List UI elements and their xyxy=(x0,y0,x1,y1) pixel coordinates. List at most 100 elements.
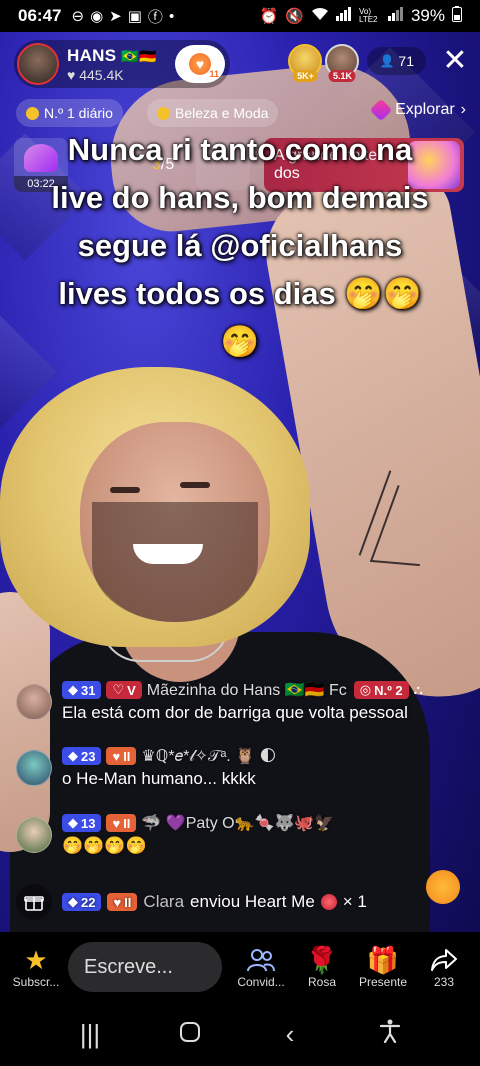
more-dot-icon: • xyxy=(168,7,175,25)
group-icon: ⛬ xyxy=(413,682,423,697)
fan-badge: ♥ II xyxy=(106,814,137,832)
level-badge: ◆ 31 xyxy=(62,681,102,699)
star-icon: ★ xyxy=(24,944,48,975)
battery-icon xyxy=(452,6,462,26)
explore-button[interactable]: Explorar › xyxy=(369,98,466,122)
network-label: Vo) LTE2 xyxy=(358,7,378,24)
category-icon xyxy=(157,106,170,120)
gift-button[interactable]: 🎁 Presente xyxy=(354,944,412,990)
gift-box-icon[interactable] xyxy=(16,884,52,920)
top-viewer-tag-1: 5K+ xyxy=(293,70,318,82)
chat-text: 🤭🤭🤭🤭 xyxy=(62,836,147,855)
rank-badge: ◎ N.º 2 xyxy=(353,681,409,699)
fan-badge: ♥ II xyxy=(107,893,138,911)
fan-badge: ♡ V xyxy=(106,681,142,699)
rose-button[interactable]: 🌹 Rosa xyxy=(296,945,348,990)
toolbar-actions: Convid... 🌹 Rosa 🎁 Presente 233 xyxy=(232,945,470,989)
chat-username[interactable]: Mãezinha do Hans 🇧🇷🇩🇪 Fc xyxy=(147,680,347,700)
level-badge: ◆ 22 xyxy=(62,893,102,911)
home-icon[interactable] xyxy=(165,1019,215,1050)
heart-icon: ♥ xyxy=(189,53,211,75)
chat-avatar[interactable] xyxy=(16,684,52,720)
subscribe-button[interactable]: ★ Subscr... xyxy=(10,944,62,990)
fan-badge: ♥ II xyxy=(106,747,137,765)
gift-label: Presente xyxy=(358,975,408,989)
status-bar: 06:47 ⊖ ◉ ➤ ▣ ⓕ • ⏰ 🔇 Vo) LTE2 39% xyxy=(0,0,480,32)
daily-rank-label: N.º 1 diário xyxy=(44,105,113,121)
mute-icon: 🔇 xyxy=(285,8,304,25)
heart-icon: ♥ xyxy=(113,894,122,910)
chat-username[interactable]: ♛ℚ*𝑒*𝓁✧𝒯ᵃ. 🦉 🌓 xyxy=(141,746,276,766)
comment-input[interactable]: Escreve... xyxy=(68,942,222,992)
telegram-icon: ➤ xyxy=(109,8,122,25)
wifi-icon xyxy=(311,7,329,25)
heart-me-gift-icon xyxy=(320,894,337,910)
host-info: HANS 🇧🇷🇩🇪 ♥ 445.4K xyxy=(67,46,157,83)
present-icon: 🎁 xyxy=(366,944,400,975)
accessibility-icon[interactable] xyxy=(365,1019,415,1050)
chat-avatar[interactable] xyxy=(16,750,52,786)
top-viewer-avatar-2[interactable]: 5.1K xyxy=(325,44,360,82)
host-likes: ♥ 445.4K xyxy=(67,66,124,83)
gift-text: enviou Heart Me xyxy=(190,892,315,911)
host-profile[interactable]: HANS 🇧🇷🇩🇪 ♥ 445.4K ♥ 11 xyxy=(14,40,230,88)
rose-label: Rosa xyxy=(307,975,336,989)
chat-avatar[interactable] xyxy=(16,817,52,853)
signal-icon xyxy=(335,7,352,25)
close-icon[interactable]: ✕ xyxy=(440,46,470,76)
person-icon: 👤 xyxy=(379,54,395,68)
chevron-right-icon: › xyxy=(460,101,466,118)
heart-icon: ♥ xyxy=(112,748,121,764)
share-button[interactable]: 233 xyxy=(418,945,470,989)
diamond-icon: ◆ xyxy=(68,748,78,763)
host-avatar[interactable] xyxy=(17,43,59,85)
top-viewer-tag-2: 5.1K xyxy=(328,70,356,82)
level-badge: ◆ 13 xyxy=(62,814,102,832)
recents-icon[interactable]: ||| xyxy=(65,1019,115,1050)
alarm-icon: ⏰ xyxy=(259,8,279,25)
invite-button[interactable]: Convid... xyxy=(232,945,290,989)
level-badge: ◆ 23 xyxy=(62,747,102,765)
gallery-icon: ▣ xyxy=(127,8,142,25)
share-icon xyxy=(430,945,458,975)
gift-notification[interactable]: ◆ 22 ♥ II Clara enviou Heart Me × 1 xyxy=(16,870,470,920)
viewer-count-value: 71 xyxy=(398,53,414,69)
video-caption: Nunca ri tanto como na live do hans, bom… xyxy=(51,132,429,359)
bottom-toolbar: ★ Subscr... Escreve... Convid... 🌹 Rosa … xyxy=(0,932,480,1002)
facebook-icon: ⓕ xyxy=(147,8,163,26)
follow-button[interactable]: ♥ 11 xyxy=(175,45,225,83)
host-name: HANS xyxy=(67,45,117,65)
gift-sender[interactable]: Clara xyxy=(143,892,184,912)
dnd-icon: ⊖ xyxy=(71,8,85,25)
heart-icon: ♡ xyxy=(112,682,125,697)
daily-rank-chip[interactable]: N.º 1 diário xyxy=(16,99,123,127)
signal-icon-2 xyxy=(387,7,404,25)
chat-text: o He-Man humano... kkkk xyxy=(62,769,256,788)
subscribe-label: Subscr... xyxy=(12,975,60,989)
category-chip[interactable]: Beleza e Moda xyxy=(147,99,279,127)
battery-percent: 39% xyxy=(410,6,445,25)
system-nav-bar: ||| ‹ xyxy=(0,1002,480,1066)
top-right-bar: 5K+ 5.1K 👤 71 ✕ xyxy=(285,44,470,82)
viewer-count[interactable]: 👤 71 xyxy=(367,47,426,75)
top-viewer-avatar-1[interactable]: 5K+ xyxy=(288,44,323,82)
notification-icons: ⊖ ◉ ➤ ▣ ⓕ • xyxy=(71,6,174,27)
comment-placeholder: Escreve... xyxy=(84,955,173,978)
diamond-icon: ◆ xyxy=(68,682,78,697)
gift-count: × 1 xyxy=(342,892,367,911)
back-icon[interactable]: ‹ xyxy=(265,1019,315,1050)
diamond-icon: ◆ xyxy=(68,815,78,830)
diamond-icon: ◆ xyxy=(68,894,78,909)
invite-label: Convid... xyxy=(237,975,285,989)
people-icon xyxy=(247,945,275,975)
explore-label: Explorar xyxy=(395,101,455,118)
chat-username[interactable]: 🦈 💜Paty O🐆🍬🐺🐙🦅 xyxy=(141,813,334,833)
rank-icon: ◎ xyxy=(359,682,372,697)
discord-icon: ◉ xyxy=(90,8,104,25)
follow-badge: 11 xyxy=(209,69,219,79)
status-time: 06:47 xyxy=(18,6,62,25)
system-icons: ⏰ 🔇 Vo) LTE2 39% xyxy=(260,6,462,26)
category-label: Beleza e Moda xyxy=(175,105,269,121)
like-heart-icon[interactable] xyxy=(426,870,460,904)
rank-icon xyxy=(26,106,39,120)
